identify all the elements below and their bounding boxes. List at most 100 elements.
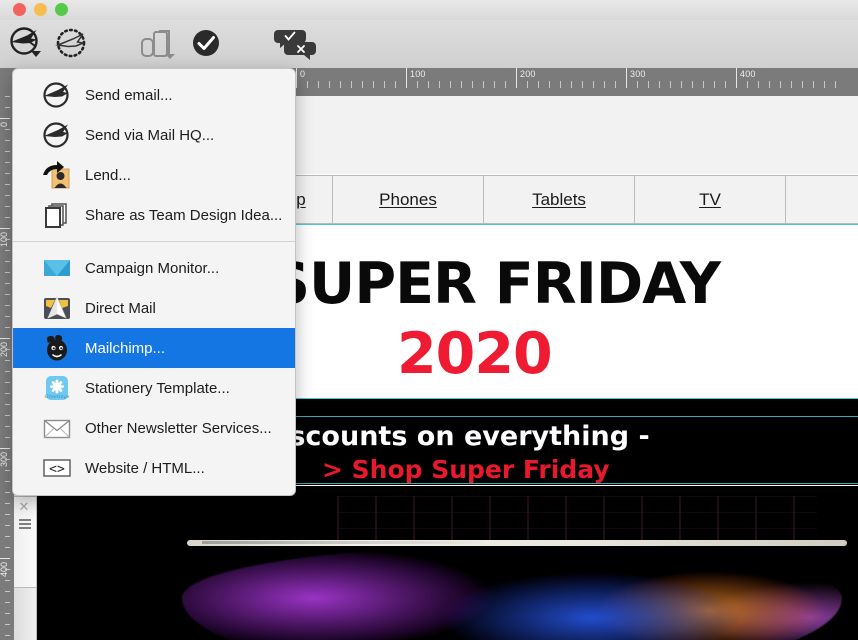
preview-devices-button[interactable] bbox=[136, 28, 180, 62]
ruler-tick-minor bbox=[615, 81, 616, 88]
ruler-tick-minor bbox=[5, 283, 10, 284]
ruler-tick-minor bbox=[582, 81, 583, 88]
ruler-tick-minor bbox=[5, 459, 10, 460]
send-icon bbox=[7, 26, 47, 64]
ruler-tick-minor bbox=[395, 81, 396, 88]
ruler-tick-minor bbox=[5, 569, 10, 570]
menu-item-send-email[interactable]: Send email... bbox=[13, 75, 295, 115]
send-button[interactable] bbox=[6, 26, 48, 64]
ruler-tick-minor bbox=[538, 81, 539, 88]
ruler-tick-minor bbox=[373, 81, 374, 88]
svg-text:Greetings: Greetings bbox=[45, 394, 70, 400]
ruler-tick-minor bbox=[813, 81, 814, 88]
ruler-tick-minor bbox=[5, 371, 10, 372]
stacked-pages-icon bbox=[41, 199, 73, 231]
object-handle-photo[interactable]: ✕ bbox=[14, 496, 37, 588]
menu-item-send-via-mail-hq[interactable]: Send via Mail HQ... bbox=[13, 115, 295, 155]
ruler-label: 200 bbox=[520, 69, 536, 79]
speech-bubbles-icon bbox=[272, 26, 318, 65]
plane-in-circle-icon bbox=[41, 79, 73, 111]
ruler-tick-minor bbox=[5, 415, 10, 416]
menu-item-stationery-template[interactable]: Greetings Stationery Template... bbox=[13, 368, 295, 408]
ruler-tick-minor bbox=[5, 426, 10, 427]
ruler-tick-major bbox=[406, 68, 407, 88]
menu-item-label: Mailchimp... bbox=[85, 339, 166, 357]
menu-item-label: Website / HTML... bbox=[85, 459, 205, 477]
ruler-tick-minor bbox=[5, 481, 10, 482]
menu-item-campaign-monitor[interactable]: Campaign Monitor... bbox=[13, 248, 295, 288]
ruler-tick-minor bbox=[5, 140, 10, 141]
ruler-tick-minor bbox=[659, 81, 660, 88]
comments-button[interactable] bbox=[272, 28, 318, 62]
ruler-tick-minor bbox=[824, 81, 825, 88]
ruler-tick-minor bbox=[835, 81, 836, 88]
zoom-button[interactable] bbox=[55, 3, 68, 16]
stationery-greetings-icon: Greetings bbox=[41, 372, 73, 404]
nav-item-phones[interactable]: Phones bbox=[333, 176, 484, 223]
menu-item-direct-mail[interactable]: Direct Mail bbox=[13, 288, 295, 328]
minimize-button[interactable] bbox=[34, 3, 47, 16]
sending-progress-button[interactable] bbox=[50, 28, 92, 62]
svg-text:<>: <> bbox=[49, 462, 65, 477]
menu-item-share-team-design-idea[interactable]: Share as Team Design Idea... bbox=[13, 195, 295, 235]
devices-dropdown-icon bbox=[136, 26, 180, 65]
menu-item-other-newsletter-services[interactable]: Other Newsletter Services... bbox=[13, 408, 295, 448]
ruler-label: 400 bbox=[740, 69, 756, 79]
menu-item-website-html[interactable]: <> Website / HTML... bbox=[13, 448, 295, 488]
campaign-monitor-icon bbox=[41, 252, 73, 284]
ruler-tick-minor bbox=[5, 492, 10, 493]
code-brackets-icon: <> bbox=[41, 452, 73, 484]
laptop-product-photo bbox=[182, 546, 842, 640]
ruler-tick-minor bbox=[527, 81, 528, 88]
ruler-tick-minor bbox=[472, 81, 473, 88]
nav-item-tablets[interactable]: Tablets bbox=[484, 176, 635, 223]
menu-item-label: Share as Team Design Idea... bbox=[85, 206, 283, 224]
ruler-tick-major bbox=[0, 228, 10, 229]
nav-label: TV bbox=[699, 189, 721, 209]
share-menu[interactable]: Send email... Send via Mail HQ... Lend..… bbox=[12, 68, 296, 496]
ruler-tick-minor bbox=[5, 624, 10, 625]
close-button[interactable] bbox=[13, 3, 26, 16]
ruler-tick-minor bbox=[780, 81, 781, 88]
ruler-tick-minor bbox=[593, 81, 594, 88]
nav-item-tv[interactable]: TV bbox=[635, 176, 786, 223]
lend-person-arrow-icon bbox=[41, 159, 73, 191]
ruler-label: 300 bbox=[630, 69, 646, 79]
ruler-tick-minor bbox=[648, 81, 649, 88]
ruler-tick-minor bbox=[384, 81, 385, 88]
menu-item-label: Send email... bbox=[85, 86, 173, 104]
menu-item-label: Lend... bbox=[85, 166, 131, 184]
ruler-tick-minor bbox=[5, 151, 10, 152]
ruler-tick-minor bbox=[5, 217, 10, 218]
ruler-tick-minor bbox=[5, 272, 10, 273]
promo-cta-link[interactable]: > Shop Super Friday bbox=[322, 455, 610, 484]
hero-title: SUPER FRIDAY bbox=[269, 251, 721, 317]
ruler-tick-minor bbox=[5, 503, 10, 504]
ruler-tick-major bbox=[0, 118, 10, 119]
ruler-tick-minor bbox=[5, 547, 10, 548]
ruler-label: 100 bbox=[410, 69, 426, 79]
menu-item-label: Direct Mail bbox=[85, 299, 156, 317]
ruler-tick-minor bbox=[5, 261, 10, 262]
drag-handle-icon[interactable] bbox=[19, 519, 31, 531]
ruler-tick-minor bbox=[560, 81, 561, 88]
ruler-tick-minor bbox=[791, 81, 792, 88]
hero-year: 2020 bbox=[397, 321, 553, 387]
ruler-tick-minor bbox=[329, 81, 330, 88]
menu-item-lend[interactable]: Lend... bbox=[13, 155, 295, 195]
plane-in-circle-icon bbox=[41, 119, 73, 151]
ruler-tick-minor bbox=[5, 173, 10, 174]
photo-block[interactable] bbox=[37, 486, 858, 640]
close-icon[interactable]: ✕ bbox=[18, 500, 30, 513]
ruler-tick-minor bbox=[483, 81, 484, 88]
ruler-label: 0 bbox=[300, 69, 306, 79]
ruler-tick-minor bbox=[5, 195, 10, 196]
ruler-tick-minor bbox=[5, 437, 10, 438]
ruler-tick-minor bbox=[428, 81, 429, 88]
check-button[interactable] bbox=[186, 28, 226, 62]
menu-item-mailchimp[interactable]: Mailchimp... bbox=[13, 328, 295, 368]
ruler-tick-minor bbox=[307, 81, 308, 88]
direct-mail-icon bbox=[41, 292, 73, 324]
ruler-tick-minor bbox=[549, 81, 550, 88]
ruler-tick-minor bbox=[681, 81, 682, 88]
